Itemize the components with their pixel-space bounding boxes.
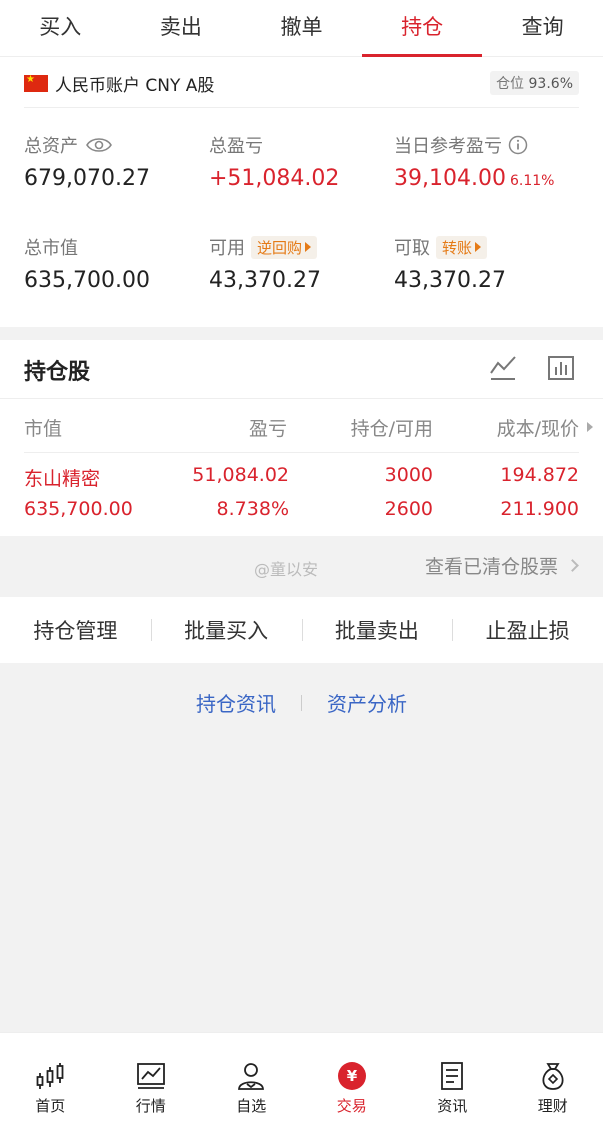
reverse-repo-label: 逆回购 <box>257 238 303 257</box>
transfer-label: 转账 <box>442 238 473 257</box>
available-label: 可用 <box>209 238 245 259</box>
available-value: 43,370.27 <box>209 268 321 293</box>
divider <box>301 694 302 711</box>
nav-watchlist-label: 自选 <box>236 1097 267 1115</box>
account-summary: 人民币账户 CNY A股 仓位 93.6% 总资产 679,070.27 总盈亏… <box>0 57 603 327</box>
holding-actions: 持仓管理 批量买入 批量卖出 止盈止损 <box>0 597 603 663</box>
position-value: 93.6% <box>528 76 573 92</box>
cleared-stocks-link[interactable]: 查看已清仓股票 <box>424 552 579 579</box>
tab-query[interactable]: 查询 <box>482 0 603 56</box>
nav-wealth-label: 理财 <box>537 1097 568 1115</box>
holding-management-button[interactable]: 持仓管理 <box>0 615 151 645</box>
stock-price: 211.900 <box>500 498 579 520</box>
daily-pnl-label: 当日参考盈亏 <box>394 136 502 157</box>
bottom-links: 持仓资讯 资产分析 <box>0 688 603 717</box>
withdrawable-funds: 可取 转账 43,370.27 <box>394 234 506 293</box>
yuan-icon: ¥ <box>337 1062 366 1090</box>
col-cost-price[interactable]: 成本/现价 <box>497 414 579 441</box>
col-pnl[interactable]: 盈亏 <box>249 414 287 441</box>
market-value: 总市值 635,700.00 <box>24 234 150 293</box>
tab-buy[interactable]: 买入 <box>0 0 121 56</box>
bottom-nav: 首页 行情 自选 ¥ 交易 资讯 理财 <box>0 1032 603 1136</box>
stock-pnl: 51,084.02 <box>192 464 289 486</box>
holdings-title: 持仓股 <box>24 360 91 385</box>
triangle-right-icon <box>587 422 593 432</box>
nav-home[interactable]: 首页 <box>0 1033 101 1136</box>
batch-buy-button[interactable]: 批量买入 <box>150 615 302 645</box>
divider <box>0 398 603 399</box>
top-tab-bar: 买入 卖出 撤单 持仓 查询 <box>0 0 603 57</box>
stop-loss-button[interactable]: 止盈止损 <box>452 615 603 645</box>
total-assets-label: 总资产 <box>24 136 78 157</box>
tab-holdings[interactable]: 持仓 <box>361 0 483 57</box>
bar-chart-icon[interactable] <box>547 354 575 382</box>
total-pnl-value: +51,084.02 <box>209 166 340 191</box>
withdrawable-label: 可取 <box>394 238 430 259</box>
triangle-right-icon <box>475 242 482 252</box>
nav-trade-label: 交易 <box>336 1097 367 1115</box>
cleared-stocks-label: 查看已清仓股票 <box>424 556 558 578</box>
col-market-value[interactable]: 市值 <box>24 414 62 441</box>
chart-icon <box>136 1063 165 1089</box>
china-flag-icon <box>24 74 48 92</box>
stock-pnl-pct: 8.738% <box>216 498 289 520</box>
nav-market-label: 行情 <box>135 1097 166 1115</box>
nav-watchlist[interactable]: 自选 <box>201 1033 302 1136</box>
document-icon <box>441 1062 464 1090</box>
market-value-label: 总市值 <box>24 238 78 259</box>
divider <box>24 452 579 453</box>
daily-pnl-pct: 6.11% <box>509 173 555 189</box>
svg-text:¥: ¥ <box>347 1067 358 1085</box>
available-funds: 可用 逆回购 43,370.27 <box>209 234 321 293</box>
chevron-right-icon <box>566 559 579 572</box>
position-badge: 仓位 93.6% <box>490 71 579 95</box>
market-value-value: 635,700.00 <box>24 268 150 293</box>
nav-wealth[interactable]: 理财 <box>503 1033 603 1136</box>
total-assets: 总资产 679,070.27 <box>24 132 150 191</box>
total-pnl: 总盈亏 +51,084.02 <box>209 132 339 191</box>
eye-icon[interactable] <box>86 136 112 154</box>
account-name: 人民币账户 CNY A股 <box>55 75 215 96</box>
account-row[interactable]: 人民币账户 CNY A股 仓位 93.6% <box>24 69 579 97</box>
col-position[interactable]: 持仓/可用 <box>351 414 433 441</box>
position-label: 仓位 <box>496 76 525 92</box>
money-bag-icon <box>542 1063 564 1090</box>
daily-pnl: 当日参考盈亏 39,104.00 6.11% <box>394 132 554 191</box>
nav-news-label: 资讯 <box>437 1097 468 1115</box>
total-assets-value: 679,070.27 <box>24 166 150 191</box>
stock-name: 东山精密 <box>24 468 101 490</box>
holding-news-link[interactable]: 持仓资讯 <box>196 688 276 717</box>
stock-cost: 194.872 <box>500 464 579 486</box>
divider <box>24 107 579 108</box>
nav-market[interactable]: 行情 <box>101 1033 202 1136</box>
cleared-row: @童以安 查看已清仓股票 <box>0 536 603 596</box>
batch-sell-button[interactable]: 批量卖出 <box>301 615 453 645</box>
total-pnl-label: 总盈亏 <box>209 136 263 157</box>
transfer-tag[interactable]: 转账 <box>436 235 488 259</box>
tab-cancel[interactable]: 撤单 <box>241 0 362 56</box>
stock-market-value: 635,700.00 <box>24 498 133 520</box>
nav-trade[interactable]: ¥ 交易 <box>302 1033 403 1136</box>
holdings-section: 持仓股 市值 盈亏 持仓/可用 成本/现价 东山精密 635,700.00 51… <box>0 340 603 536</box>
asset-analysis-link[interactable]: 资产分析 <box>327 688 407 717</box>
stock-available: 2600 <box>384 498 433 520</box>
candlestick-icon <box>36 1063 64 1089</box>
watermark: @童以安 <box>254 560 319 579</box>
info-icon[interactable] <box>508 135 528 155</box>
nav-home-label: 首页 <box>35 1097 66 1115</box>
tab-sell[interactable]: 卖出 <box>121 0 242 56</box>
nav-news[interactable]: 资讯 <box>402 1033 503 1136</box>
withdrawable-value: 43,370.27 <box>394 268 506 293</box>
user-icon <box>238 1063 265 1090</box>
line-chart-icon[interactable] <box>489 354 517 382</box>
reverse-repo-tag[interactable]: 逆回购 <box>251 235 318 259</box>
stock-position: 3000 <box>384 464 433 486</box>
daily-pnl-value: 39,104.00 <box>394 166 506 191</box>
triangle-right-icon <box>305 242 312 252</box>
